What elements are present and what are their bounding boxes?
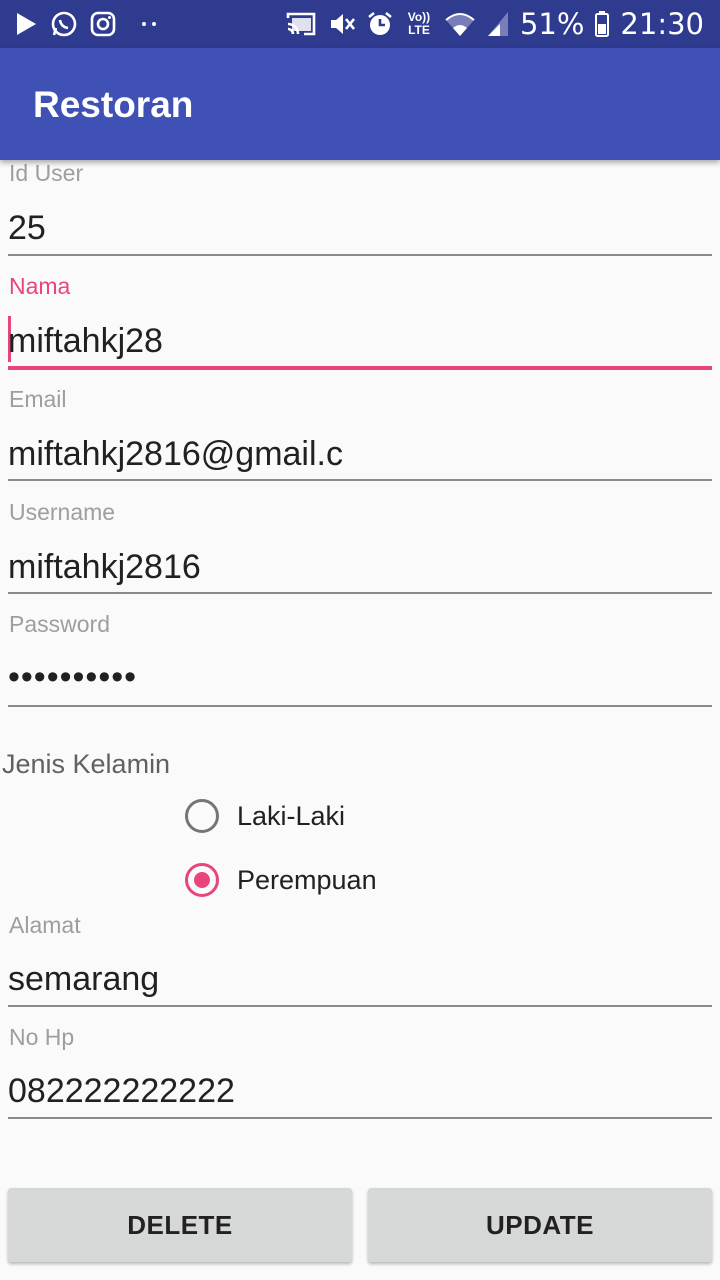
battery-icon: [595, 11, 610, 37]
wifi-icon: [445, 13, 475, 36]
app-title: Restoran: [33, 84, 194, 125]
email-input[interactable]: miftahkj2816@gmail.c: [8, 435, 343, 474]
more-dots-icon: [142, 22, 156, 26]
radio-laki-laki[interactable]: Laki-Laki: [185, 794, 345, 838]
volte-icon: Vo)) LTE: [407, 10, 431, 37]
no-hp-label: No Hp: [9, 1024, 75, 1050]
email-label: Email: [9, 386, 67, 412]
password-label: Password: [9, 611, 110, 637]
cast-icon: [286, 12, 316, 36]
alamat-label: Alamat: [9, 912, 81, 938]
app-bar: Restoran: [0, 48, 720, 160]
alamat-underline: [8, 1005, 712, 1007]
gender-label: Jenis Kelamin: [2, 749, 171, 779]
nama-input[interactable]: miftahkj28: [8, 322, 163, 361]
battery-percent: 51%: [519, 7, 585, 41]
username-underline: [8, 592, 712, 594]
update-button[interactable]: UPDATE: [368, 1188, 712, 1262]
nama-underline: [8, 366, 712, 370]
status-bar: Vo)) LTE 51% 21:30: [0, 0, 720, 48]
username-input[interactable]: miftahkj2816: [8, 548, 201, 587]
mute-icon: [330, 14, 355, 34]
instagram-icon: [90, 11, 116, 37]
id-user-underline: [8, 254, 712, 256]
radio-checked-icon[interactable]: [185, 863, 219, 897]
no-hp-underline: [8, 1117, 712, 1119]
radio-perempuan-label: Perempuan: [237, 864, 377, 895]
nama-label: Nama: [9, 273, 71, 299]
radio-perempuan[interactable]: Perempuan: [185, 858, 377, 902]
clock: 21:30: [620, 7, 704, 41]
id-user-input[interactable]: 25: [8, 209, 46, 248]
id-user-label: Id User: [9, 160, 84, 186]
radio-unchecked-icon[interactable]: [185, 799, 219, 833]
username-label: Username: [9, 499, 116, 525]
play-icon: [17, 13, 36, 35]
signal-icon: [487, 12, 508, 36]
password-underline: [8, 705, 712, 707]
alamat-input[interactable]: semarang: [8, 960, 159, 999]
no-hp-input[interactable]: 082222222222: [8, 1072, 235, 1111]
delete-button[interactable]: DELETE: [8, 1188, 352, 1262]
password-input[interactable]: ••••••••••: [8, 658, 137, 697]
radio-laki-laki-label: Laki-Laki: [237, 800, 346, 831]
alarm-icon: [368, 11, 392, 35]
email-underline: [8, 479, 712, 481]
whatsapp-icon: [51, 11, 77, 37]
